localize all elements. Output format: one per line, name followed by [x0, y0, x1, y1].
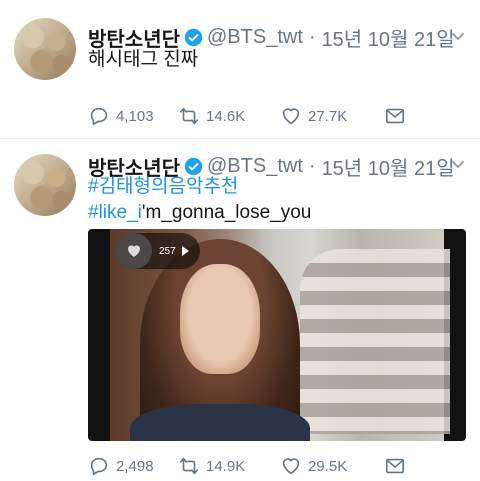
retweet-count: 14.9K	[206, 457, 246, 475]
hashtag-link[interactable]: #like_i	[88, 202, 142, 223]
retweet-icon	[179, 457, 199, 475]
envelope-icon	[385, 458, 405, 474]
tweet[interactable]: 방탄소년단 @BTS_twt · 15년 10월 21일 #김태형의음악추천 #…	[0, 140, 480, 481]
tweet-text: #김태형의음악추천 #like_i'm_gonna_lose_you	[88, 174, 311, 226]
author-avatar[interactable]	[14, 18, 76, 80]
view-count: 257	[159, 245, 176, 257]
play-icon	[181, 246, 189, 256]
hashtag-link[interactable]: #김태형의음악추천	[88, 176, 238, 197]
retweet-count: 14.6K	[206, 107, 246, 125]
reply-count: 2,498	[116, 457, 154, 475]
retweet-button[interactable]: 14.6K	[178, 105, 280, 127]
retweet-icon	[179, 107, 199, 125]
heart-badge	[116, 233, 152, 269]
author-avatar[interactable]	[14, 154, 76, 216]
reply-count: 4,103	[116, 107, 154, 125]
dm-button[interactable]	[384, 455, 406, 477]
like-button[interactable]: 29.5K	[280, 455, 384, 477]
like-button[interactable]: 27.7K	[280, 105, 384, 127]
dm-button[interactable]	[384, 105, 406, 127]
tweet-date[interactable]: 15년 10월 21일	[322, 23, 455, 52]
tweet[interactable]: 방탄소년단 @BTS_twt · 15년 10월 21일 해시태그 진짜 4,1…	[0, 0, 480, 139]
envelope-icon	[385, 108, 405, 124]
reply-button[interactable]: 2,498	[88, 455, 178, 477]
reply-icon	[90, 107, 108, 126]
heart-icon	[282, 108, 300, 125]
reply-button[interactable]: 4,103	[88, 105, 178, 127]
tweet-actions: 2,498 14.9K 29.5K	[88, 455, 406, 477]
chevron-down-icon[interactable]	[450, 156, 466, 172]
video-view-badge: 257	[116, 233, 200, 269]
reply-icon	[90, 457, 108, 476]
chevron-down-icon[interactable]	[450, 28, 466, 44]
heart-filled-icon	[128, 245, 140, 257]
like-count: 27.7K	[308, 107, 348, 125]
tweet-text: 해시태그 진짜	[88, 49, 199, 70]
heart-icon	[282, 458, 300, 475]
header-separator: ·	[308, 26, 316, 48]
tweet-date[interactable]: 15년 10월 21일	[322, 152, 455, 181]
verified-badge-icon	[184, 28, 203, 47]
tweet-media-video[interactable]: 257	[88, 229, 466, 441]
retweet-button[interactable]: 14.9K	[178, 455, 280, 477]
thumbnail-shirt	[130, 404, 310, 441]
tweet-text-rest: 'm_gonna_lose_you	[141, 202, 312, 223]
like-count: 29.5K	[308, 457, 348, 475]
tweet-actions: 4,103 14.6K 27.7K	[88, 105, 406, 127]
author-handle[interactable]: @BTS_twt	[207, 26, 303, 49]
thumbnail-building	[300, 249, 450, 434]
thumbnail-face	[180, 264, 260, 374]
